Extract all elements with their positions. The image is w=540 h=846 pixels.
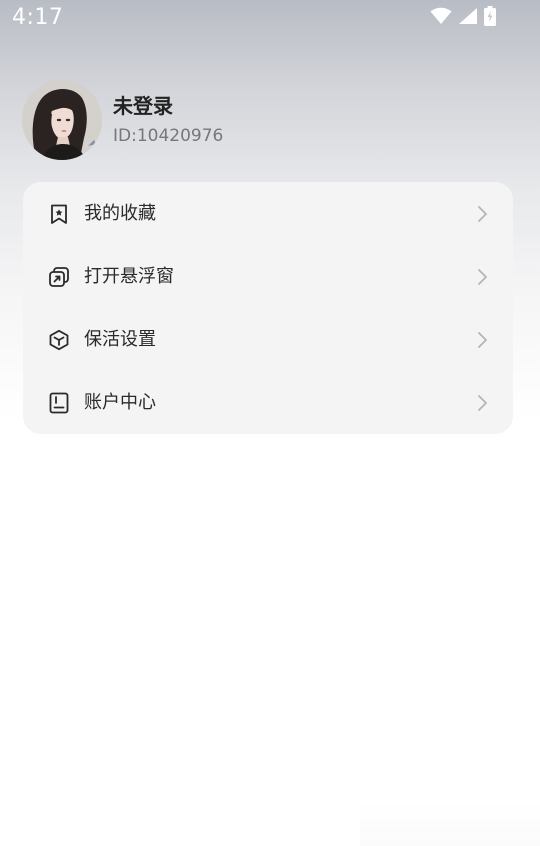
status-time: 4:17 — [12, 5, 64, 30]
menu-item-label: 保活设置 — [84, 328, 156, 350]
menu-item-account-center[interactable]: 账户中心 — [23, 371, 513, 434]
cube-icon — [47, 328, 71, 352]
chevron-right-icon — [475, 394, 489, 412]
avatar[interactable] — [22, 80, 102, 160]
status-bar: 4:17 — [0, 0, 540, 38]
menu-item-keep-alive-settings[interactable]: 保活设置 — [23, 308, 513, 371]
user-id-label: ID:10420976 — [113, 126, 224, 146]
menu-item-floating-window[interactable]: 打开悬浮窗 — [23, 245, 513, 308]
avatar-portrait-image — [22, 80, 102, 160]
account-book-icon — [47, 391, 71, 415]
menu-item-label: 账户中心 — [84, 391, 156, 413]
profile-text: 未登录 ID:10420976 — [113, 93, 223, 147]
bottom-shade — [360, 800, 540, 846]
profile-header[interactable]: 未登录 ID:10420976 — [22, 80, 223, 160]
floating-window-icon — [47, 265, 71, 289]
cellular-signal-icon — [458, 7, 478, 25]
menu-card: 我的收藏 打开悬浮窗 保活设置 账户中心 — [23, 182, 513, 434]
menu-item-label: 打开悬浮窗 — [84, 265, 174, 287]
bookmark-star-icon — [47, 202, 71, 226]
chevron-right-icon — [475, 205, 489, 223]
battery-charging-icon — [484, 6, 496, 26]
chevron-right-icon — [475, 268, 489, 286]
username-label[interactable]: 未登录 — [113, 93, 223, 119]
wifi-icon — [430, 7, 452, 25]
status-icons — [430, 6, 496, 26]
chevron-right-icon — [475, 331, 489, 349]
menu-item-favorites[interactable]: 我的收藏 — [23, 182, 513, 245]
menu-item-label: 我的收藏 — [84, 202, 156, 224]
